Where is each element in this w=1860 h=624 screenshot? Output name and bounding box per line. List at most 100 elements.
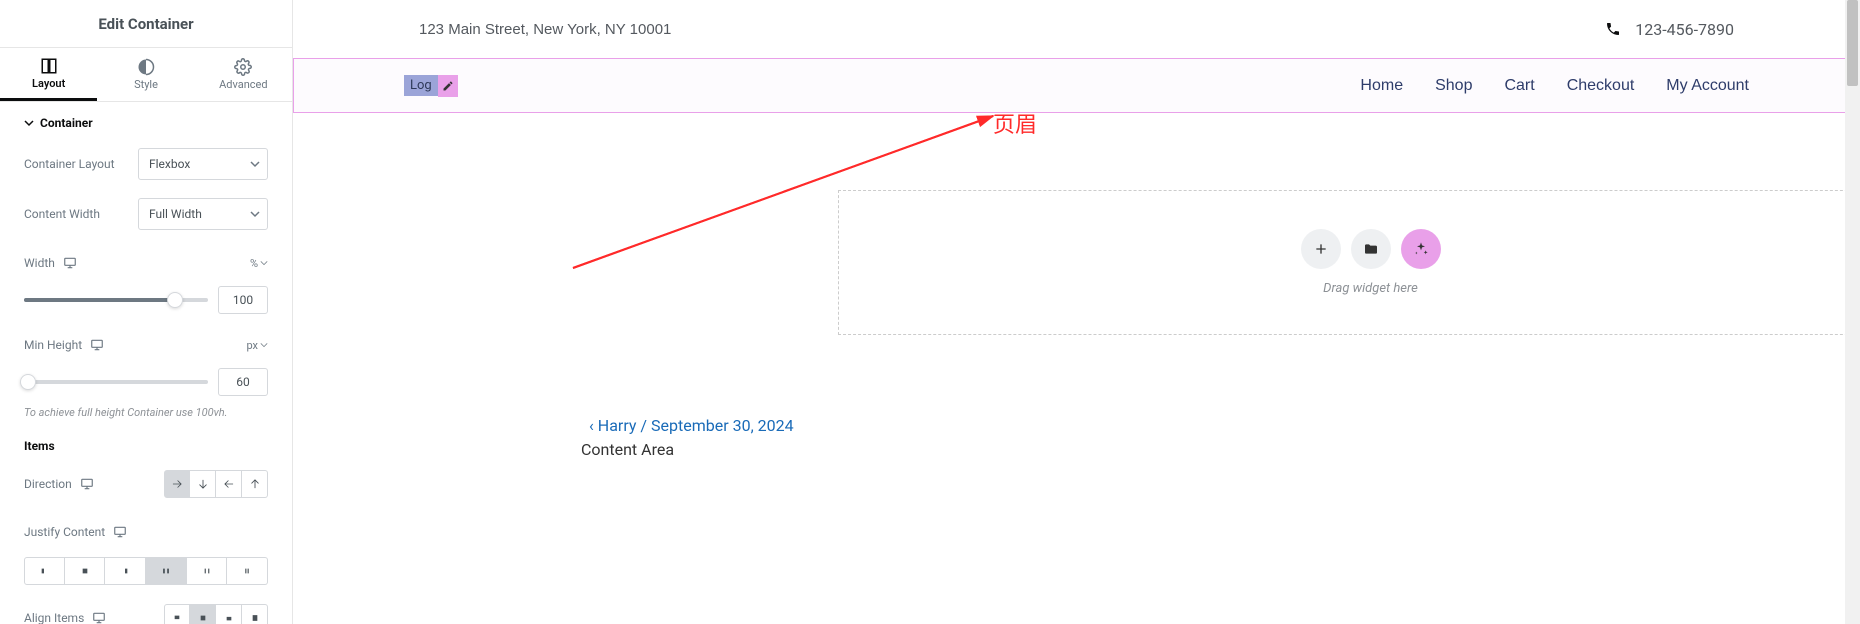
align-end-button[interactable] — [216, 604, 242, 624]
arrow-down-icon — [196, 477, 210, 491]
section-container-label: Container — [40, 116, 93, 130]
tab-advanced[interactable]: Advanced — [195, 48, 292, 101]
address-text: 123 Main Street, New York, NY 10001 — [419, 21, 671, 38]
arrow-right-icon — [170, 477, 184, 491]
direction-group — [164, 470, 268, 498]
width-slider-thumb[interactable] — [167, 292, 183, 308]
width-slider[interactable] — [24, 298, 208, 302]
align-start-icon — [170, 611, 184, 624]
align-end-icon — [222, 611, 236, 624]
justify-around-icon — [200, 564, 214, 578]
phone-icon — [1605, 21, 1621, 37]
container-layout-select[interactable]: Flexbox — [138, 148, 268, 180]
min-height-slider[interactable] — [24, 380, 208, 384]
logo-text: Log — [404, 75, 438, 96]
sparkle-icon — [1413, 241, 1429, 257]
nav-checkout[interactable]: Checkout — [1567, 77, 1635, 95]
phone-number: 123-456-7890 — [1635, 20, 1734, 39]
nav-shop[interactable]: Shop — [1435, 77, 1472, 95]
items-subhead: Items — [24, 439, 268, 453]
drop-zone[interactable]: Drag widget here — [838, 190, 1860, 335]
editor-sidebar: Edit Container Layout Style Advanced Con… — [0, 0, 293, 624]
scrollbar-thumb[interactable] — [1847, 0, 1858, 86]
edit-widget-button[interactable] — [438, 75, 458, 97]
content-width-label: Content Width — [24, 207, 100, 221]
content-area-label: Content Area — [581, 440, 674, 459]
align-group — [164, 604, 268, 624]
scrollbar[interactable] — [1845, 0, 1860, 624]
logo-widget[interactable]: Log — [404, 75, 458, 97]
desktop-icon — [63, 256, 77, 270]
align-center-button[interactable] — [190, 604, 216, 624]
tab-layout[interactable]: Layout — [0, 48, 97, 101]
meta-author-link[interactable]: Harry — [598, 416, 637, 435]
direction-column-button[interactable] — [190, 470, 216, 498]
justify-center-button[interactable] — [65, 557, 106, 585]
justify-content-label: Justify Content — [24, 525, 127, 539]
content-width-select[interactable]: Full Width — [138, 198, 268, 230]
ai-button[interactable] — [1401, 229, 1441, 269]
panel-body: Container Container Layout Flexbox Conte… — [0, 102, 292, 624]
min-height-label: Min Height — [24, 338, 104, 352]
pencil-icon — [442, 80, 454, 92]
justify-between-icon — [159, 564, 173, 578]
arrow-left-icon — [222, 477, 236, 491]
primary-nav: Home Shop Cart Checkout My Account — [1360, 77, 1749, 95]
meta-date-link[interactable]: September 30, 2024 — [651, 416, 794, 435]
direction-row-reverse-button[interactable] — [216, 470, 242, 498]
width-unit-select[interactable]: % — [250, 257, 268, 270]
min-height-unit-select[interactable]: px — [246, 339, 268, 352]
min-height-slider-thumb[interactable] — [20, 374, 36, 390]
panel-tabs: Layout Style Advanced — [0, 48, 292, 102]
nav-account[interactable]: My Account — [1666, 77, 1749, 95]
width-input[interactable] — [218, 286, 268, 314]
content-width-value: Full Width — [138, 198, 268, 230]
section-container-toggle[interactable]: Container — [24, 116, 268, 130]
layout-icon — [40, 57, 58, 75]
container-layout-label: Container Layout — [24, 157, 115, 171]
justify-around-button[interactable] — [187, 557, 228, 585]
desktop-icon — [90, 338, 104, 352]
min-height-hint: To achieve full height Container use 100… — [24, 406, 268, 419]
post-meta: ‹ Harry / September 30, 2024 — [589, 416, 794, 435]
tab-style[interactable]: Style — [97, 48, 194, 101]
chevron-down-icon — [250, 209, 260, 219]
tab-style-label: Style — [134, 78, 158, 91]
justify-end-button[interactable] — [105, 557, 146, 585]
direction-column-reverse-button[interactable] — [242, 470, 268, 498]
plus-icon — [1313, 241, 1329, 257]
justify-evenly-button[interactable] — [227, 557, 268, 585]
align-start-button[interactable] — [164, 604, 190, 624]
desktop-icon — [80, 477, 94, 491]
drop-zone-text: Drag widget here — [1323, 281, 1418, 296]
desktop-icon — [113, 525, 127, 539]
align-items-label: Align Items — [24, 611, 106, 624]
tab-layout-label: Layout — [32, 77, 65, 90]
nav-home[interactable]: Home — [1360, 77, 1403, 95]
justify-start-icon — [37, 564, 51, 578]
justify-end-icon — [118, 564, 132, 578]
justify-between-button[interactable] — [146, 557, 187, 585]
justify-center-icon — [78, 564, 92, 578]
justify-group — [24, 557, 268, 585]
container-layout-value: Flexbox — [138, 148, 268, 180]
add-widget-button[interactable] — [1301, 229, 1341, 269]
gear-icon — [234, 58, 252, 76]
align-stretch-icon — [248, 611, 262, 624]
direction-row-button[interactable] — [164, 470, 190, 498]
folder-icon — [1363, 241, 1379, 257]
width-label: Width — [24, 256, 77, 270]
nav-cart[interactable]: Cart — [1504, 77, 1534, 95]
preview-canvas: 123 Main Street, New York, NY 10001 123-… — [293, 0, 1860, 624]
direction-label: Direction — [24, 477, 94, 491]
caret-down-icon — [260, 259, 268, 267]
caret-down-icon — [24, 118, 34, 128]
add-template-button[interactable] — [1351, 229, 1391, 269]
caret-down-icon — [260, 341, 268, 349]
justify-start-button[interactable] — [24, 557, 65, 585]
align-center-icon — [196, 611, 210, 624]
header-container[interactable]: Log Home Shop Cart Checkout My Account — [293, 58, 1860, 113]
phone-block: 123-456-7890 — [1605, 20, 1734, 39]
min-height-input[interactable] — [218, 368, 268, 396]
align-stretch-button[interactable] — [242, 604, 268, 624]
